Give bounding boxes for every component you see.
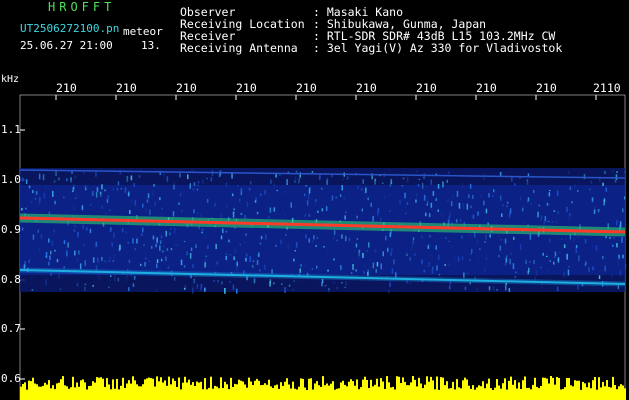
activity-bar (20, 376, 626, 400)
meteor-count: 13. (141, 39, 161, 52)
unit-label: kHz (1, 74, 20, 85)
antenna-label: Receiving Antenna (180, 41, 298, 55)
x-tick-label: 210 (236, 82, 257, 94)
datetime: 25.06.27 21:00 (20, 39, 113, 52)
x-tick-label: 210 (356, 82, 377, 94)
y-tick-label: 0.8 (1, 273, 21, 286)
x-tick-label: 210 (176, 82, 197, 94)
x-tick-label: 2110 (593, 82, 621, 94)
x-tick-label: 210 (476, 82, 497, 94)
antenna-value: : 3el Yagi(V) Az 330 for Vladivostok (313, 41, 563, 55)
x-tick-label: 210 (296, 82, 317, 94)
y-tick-label: 1.0 (1, 173, 21, 186)
y-tick-label: 0.9 (1, 223, 21, 236)
x-tick-label: 210 (56, 82, 77, 94)
file-name: UT2506272100.pn (20, 22, 120, 35)
x-tick-label: 210 (536, 82, 557, 94)
spectrogram (19, 94, 627, 400)
x-tick-label: 210 (416, 82, 437, 94)
y-tick-label: 1.1 (1, 123, 21, 136)
y-tick-label: 0.7 (1, 322, 21, 335)
app-title: HROFFT (48, 0, 116, 14)
x-tick-label: 210 (116, 82, 137, 94)
mode-label: meteor (123, 25, 163, 38)
y-tick-label: 0.6 (1, 372, 21, 385)
